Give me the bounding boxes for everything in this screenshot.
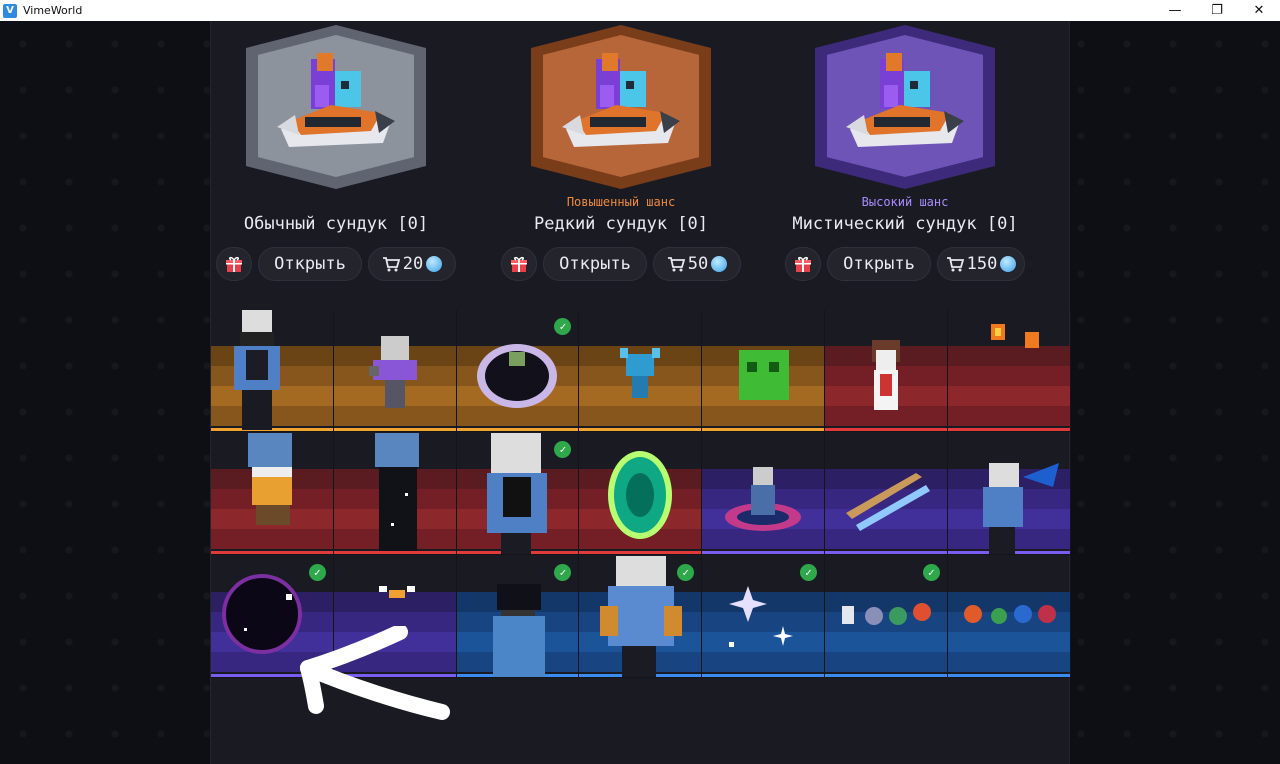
galaxy-ring-icon	[725, 467, 802, 531]
chest-name: Обычный сундук [0]	[243, 214, 429, 234]
chest-icon[interactable]	[556, 51, 686, 156]
buy-chest-button[interactable]: 20	[368, 247, 456, 281]
item-cell[interactable]: ✓	[456, 556, 580, 678]
fire-boots-icon	[247, 433, 292, 525]
twin-blades-icon	[845, 473, 930, 531]
item-cell[interactable]	[702, 433, 825, 555]
blue-wings-icon	[982, 463, 1059, 554]
chest-icon[interactable]	[271, 51, 401, 156]
item-cell[interactable]: ✓	[456, 310, 580, 432]
item-cell[interactable]	[702, 310, 825, 432]
gift-icon	[226, 256, 242, 272]
item-cell[interactable]	[824, 310, 948, 432]
close-button[interactable]: ✕	[1238, 0, 1280, 21]
window-title: VimeWorld	[23, 4, 83, 17]
item-cell[interactable]	[947, 556, 1071, 678]
open-chest-button[interactable]: Открыть	[543, 247, 647, 281]
vimer-currency-icon	[426, 256, 443, 272]
open-chest-button[interactable]: Открыть	[258, 247, 362, 281]
green-portal-icon	[608, 451, 673, 539]
chest-price: 20	[402, 254, 424, 274]
arrow-annotation	[300, 626, 450, 720]
robot-pet-icon	[368, 336, 417, 408]
owned-check-icon: ✓	[799, 564, 817, 581]
cart-icon	[946, 257, 964, 272]
cart-icon	[382, 257, 400, 272]
chest-chance-label: Высокий шанс	[861, 195, 949, 209]
green-slime-icon	[739, 350, 790, 400]
item-cell[interactable]	[211, 433, 334, 555]
chest-price: 50	[687, 254, 709, 274]
item-cell[interactable]	[333, 310, 457, 432]
chest-card: Высокий шанс Мистический сундук [0] Откр…	[775, 21, 1035, 311]
window-title-bar: V VimeWorld — ❐ ✕	[0, 0, 1280, 21]
fire-particles-icon	[990, 324, 1039, 348]
item-cell[interactable]	[824, 433, 948, 555]
items-grid: ✓ ✓ ✓ ✓ ✓ ✓ ✓	[211, 310, 1071, 679]
cloak-skin-icon	[233, 310, 280, 430]
blue-creature-pet-icon	[620, 348, 661, 398]
item-cell[interactable]	[579, 310, 703, 432]
buy-chest-button[interactable]: 50	[653, 247, 741, 281]
buy-chest-button[interactable]: 150	[937, 247, 1025, 281]
chest-card: Обычный сундук [0] Открыть 20	[206, 21, 466, 311]
chest-card: Повышенный шанс Редкий сундук [0] Открыт…	[491, 21, 751, 311]
chest-name: Мистический сундук [0]	[792, 214, 1018, 234]
chest-name: Редкий сундук [0]	[534, 214, 708, 234]
gift-icon	[795, 256, 811, 272]
items-row: ✓	[211, 310, 1071, 433]
restore-button[interactable]: ❐	[1196, 0, 1238, 21]
gift-button[interactable]	[501, 247, 537, 281]
item-cell[interactable]	[211, 310, 334, 432]
vimer-currency-icon	[1000, 256, 1017, 272]
owned-check-icon: ✓	[308, 564, 326, 581]
item-cell[interactable]	[579, 433, 703, 555]
starry-pants-icon	[374, 433, 419, 551]
gift-button[interactable]	[785, 247, 821, 281]
chest-price: 150	[966, 254, 998, 274]
items-row: ✓	[211, 433, 1071, 556]
chest-icon[interactable]	[840, 51, 970, 156]
skeleton-pet-icon	[871, 340, 900, 410]
minimize-button[interactable]: —	[1154, 0, 1196, 21]
planets-trail-icon	[963, 605, 1056, 624]
gift-icon	[511, 256, 527, 272]
owned-check-icon: ✓	[922, 564, 940, 581]
chest-chance-label: Повышенный шанс	[566, 195, 676, 209]
cart-icon	[667, 257, 685, 272]
vimeworld-logo-icon: V	[3, 3, 17, 18]
gift-button[interactable]	[216, 247, 252, 281]
item-cell[interactable]: ✓	[456, 433, 580, 555]
item-cell[interactable]: ✓	[702, 556, 825, 678]
vimer-currency-icon	[711, 256, 728, 272]
item-cell[interactable]	[947, 433, 1071, 555]
item-cell[interactable]	[333, 433, 457, 555]
item-cell[interactable]	[947, 310, 1071, 432]
open-chest-button[interactable]: Открыть	[827, 247, 931, 281]
item-cell[interactable]: ✓	[824, 556, 948, 678]
item-cell[interactable]: ✓	[579, 556, 703, 678]
